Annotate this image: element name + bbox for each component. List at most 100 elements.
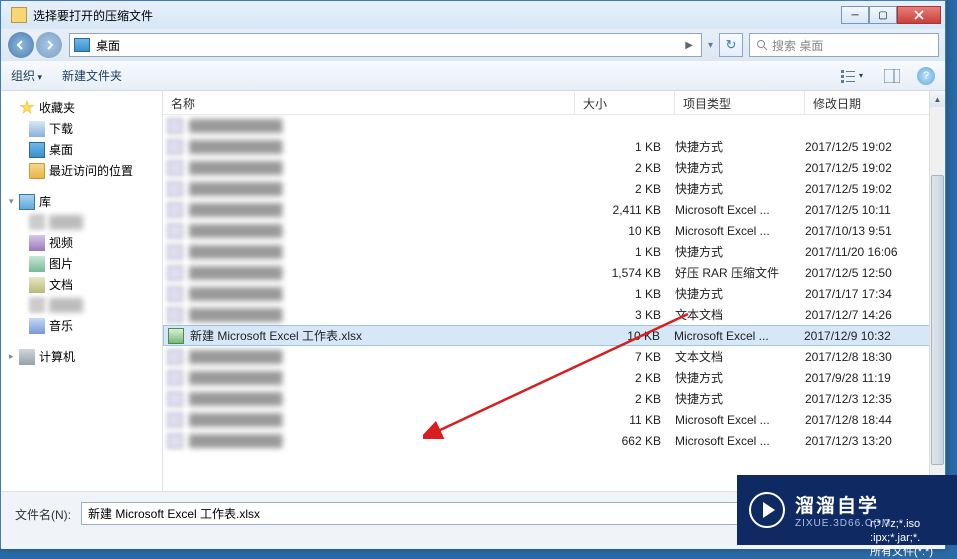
file-name: ███████████ — [187, 266, 575, 280]
file-row[interactable]: ███████████7 KB文本文档2017/12/8 18:30 — [163, 346, 945, 367]
maximize-button[interactable]: ▢ — [869, 6, 897, 24]
file-type: Microsoft Excel ... — [675, 203, 805, 217]
sidebar-libraries-header[interactable]: ▾ 库 — [1, 191, 162, 212]
file-icon — [167, 202, 183, 218]
chevron-down-icon: ▾ — [9, 196, 19, 207]
file-row[interactable]: ███████████662 KBMicrosoft Excel ...2017… — [163, 430, 945, 451]
nav-back-button[interactable] — [8, 32, 34, 58]
refresh-button[interactable]: ↻ — [719, 33, 743, 57]
header-size[interactable]: 大小 — [575, 91, 675, 114]
file-row[interactable]: ███████████2,411 KBMicrosoft Excel ...20… — [163, 199, 945, 220]
breadcrumb[interactable]: 桌面 ▶ — [69, 33, 702, 57]
view-mode-button[interactable]: ▾ — [837, 66, 867, 86]
desktop-icon — [29, 142, 45, 158]
header-name[interactable]: 名称 — [163, 91, 575, 114]
file-date: 2017/12/7 14:26 — [805, 308, 945, 322]
file-type: Microsoft Excel ... — [674, 329, 804, 343]
file-row[interactable]: ███████████1,574 KB好压 RAR 压缩文件2017/12/5 … — [163, 262, 945, 283]
file-date: 2017/1/17 17:34 — [805, 287, 945, 301]
recent-icon — [29, 163, 45, 179]
help-button[interactable]: ? — [917, 67, 935, 85]
close-button[interactable] — [897, 6, 941, 24]
file-row[interactable]: ███████████2 KB快捷方式2017/12/5 19:02 — [163, 178, 945, 199]
computer-icon — [19, 349, 35, 365]
scroll-thumb[interactable] — [931, 175, 944, 465]
file-name: ███████████ — [187, 350, 575, 364]
file-row[interactable]: ███████████2 KB快捷方式2017/12/3 12:35 — [163, 388, 945, 409]
file-row[interactable]: ███████████3 KB文本文档2017/12/7 14:26 — [163, 304, 945, 325]
scroll-up-button[interactable]: ▲ — [930, 91, 945, 107]
file-type: 文本文档 — [675, 306, 805, 323]
file-row[interactable]: ███████████10 KBMicrosoft Excel ...2017/… — [163, 220, 945, 241]
file-icon — [167, 412, 183, 428]
file-type: 好压 RAR 压缩文件 — [675, 264, 805, 281]
blur-icon — [29, 297, 45, 313]
picture-icon — [29, 256, 45, 272]
organize-button[interactable]: 组织 — [11, 67, 42, 84]
file-date: 2017/9/28 11:19 — [805, 371, 945, 385]
column-headers: 名称 大小 项目类型 修改日期 — [163, 91, 945, 115]
nav-forward-button[interactable] — [36, 32, 62, 58]
file-name: ███████████ — [187, 119, 575, 133]
file-size: 10 KB — [575, 224, 675, 238]
file-type: 快捷方式 — [675, 243, 805, 260]
file-name: ███████████ — [187, 413, 575, 427]
file-icon — [167, 433, 183, 449]
file-filter-hints: r;*.7z;*.iso :ipx;*.jar;*. 所有文件(*.*) — [870, 517, 933, 559]
sidebar-computer-header[interactable]: ▸ 计算机 — [1, 346, 162, 367]
archive-icon — [11, 7, 27, 23]
search-input[interactable]: 搜索 桌面 — [749, 33, 939, 57]
sidebar-item-documents[interactable]: 文档 — [1, 274, 162, 295]
file-type: Microsoft Excel ... — [675, 224, 805, 238]
file-date: 2017/12/5 10:11 — [805, 203, 945, 217]
window-title: 选择要打开的压缩文件 — [33, 7, 841, 24]
sidebar-item-videos[interactable]: 视频 — [1, 232, 162, 253]
file-row[interactable]: ███████████2 KB快捷方式2017/12/5 19:02 — [163, 157, 945, 178]
file-row[interactable]: ███████████1 KB快捷方式2017/12/5 19:02 — [163, 136, 945, 157]
new-folder-button[interactable]: 新建文件夹 — [62, 67, 122, 84]
file-size: 7 KB — [575, 350, 675, 364]
file-row[interactable]: ███████████2 KB快捷方式2017/9/28 11:19 — [163, 367, 945, 388]
file-row[interactable]: 新建 Microsoft Excel 工作表.xlsx10 KBMicrosof… — [163, 325, 945, 346]
sidebar-item-downloads[interactable]: 下载 — [1, 118, 162, 139]
sidebar-item-recent[interactable]: 最近访问的位置 — [1, 160, 162, 181]
toolbar: 组织 新建文件夹 ▾ ? — [1, 61, 945, 91]
minimize-button[interactable]: ─ — [841, 6, 869, 24]
library-icon — [19, 194, 35, 210]
file-list[interactable]: ███████████ ███████████1 KB快捷方式2017/12/5 … — [163, 115, 945, 489]
file-name: ███████████ — [187, 245, 575, 259]
file-icon — [167, 244, 183, 260]
file-open-dialog: 选择要打开的压缩文件 ─ ▢ 桌面 ▶ ▾ ↻ 搜索 桌面 — [0, 0, 946, 548]
sidebar-item-blur[interactable]: ████ — [1, 295, 162, 315]
header-date[interactable]: 修改日期 — [805, 91, 945, 114]
file-row[interactable]: ███████████1 KB快捷方式2017/11/20 16:06 — [163, 241, 945, 262]
file-type: 快捷方式 — [675, 369, 805, 386]
scrollbar[interactable]: ▲ ▼ — [929, 91, 945, 491]
file-row[interactable]: ███████████1 KB快捷方式2017/1/17 17:34 — [163, 283, 945, 304]
file-type: 快捷方式 — [675, 159, 805, 176]
filename-label: 文件名(N): — [15, 502, 71, 523]
file-icon — [167, 160, 183, 176]
file-name: ███████████ — [187, 182, 575, 196]
file-type: 快捷方式 — [675, 180, 805, 197]
file-date: 2017/12/8 18:30 — [805, 350, 945, 364]
file-row[interactable]: ███████████11 KBMicrosoft Excel ...2017/… — [163, 409, 945, 430]
file-icon — [167, 265, 183, 281]
dropdown-arrow-icon[interactable]: ▾ — [708, 40, 713, 51]
file-name: ███████████ — [187, 371, 575, 385]
sidebar-item-blur[interactable]: ████ — [1, 212, 162, 232]
file-date: 2017/10/13 9:51 — [805, 224, 945, 238]
file-row[interactable]: ███████████ — [163, 115, 945, 136]
sidebar-item-pictures[interactable]: 图片 — [1, 253, 162, 274]
preview-pane-button[interactable] — [877, 66, 907, 86]
sidebar-favorites-header[interactable]: 收藏夹 — [1, 97, 162, 118]
sidebar-item-desktop[interactable]: 桌面 — [1, 139, 162, 160]
header-type[interactable]: 项目类型 — [675, 91, 805, 114]
address-bar: 桌面 ▶ ▾ ↻ 搜索 桌面 — [1, 29, 945, 61]
file-date: 2017/12/9 10:32 — [804, 329, 944, 343]
file-type: 文本文档 — [675, 348, 805, 365]
sidebar-item-music[interactable]: 音乐 — [1, 315, 162, 336]
file-name: ███████████ — [187, 161, 575, 175]
titlebar: 选择要打开的压缩文件 ─ ▢ — [1, 1, 945, 29]
file-name: ███████████ — [187, 392, 575, 406]
